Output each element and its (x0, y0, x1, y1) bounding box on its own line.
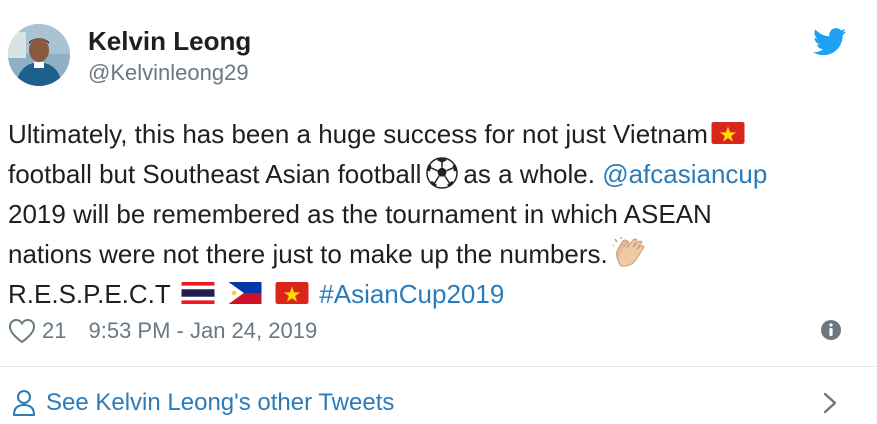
timestamp[interactable]: 9:53 PM - Jan 24, 2019 (88, 318, 317, 344)
tweet-line-1: Ultimately, this has been a huge success… (8, 114, 868, 154)
tweet-line-3: 2019 will be remembered as the tournamen… (8, 199, 712, 229)
thailand-flag-icon (181, 282, 215, 305)
hashtag-link[interactable]: #AsianCup2019 (319, 279, 504, 309)
tweet-line-2-text: football but Southeast Asian football (8, 159, 422, 189)
tweet-card: Kelvin Leong @Kelvinleong29 Ultimately, … (0, 0, 877, 424)
tweet-line-5: R.E.S.P.E.C.T #AsianCup2019 (8, 274, 868, 314)
see-more-footer[interactable]: See Kelvin Leong's other Tweets (0, 367, 877, 424)
tweet-line-2-text-b: as a whole. (463, 159, 595, 189)
like-count[interactable]: 21 (42, 318, 66, 344)
vietnam-flag-icon (711, 122, 745, 145)
clapping-hands-icon (612, 237, 645, 267)
heart-icon[interactable] (8, 318, 36, 344)
soccer-ball-icon (426, 157, 459, 189)
vietnam-flag-icon-2 (275, 282, 309, 305)
tweet-line-1-text: Ultimately, this has been a huge success… (8, 119, 708, 149)
see-other-tweets-link[interactable]: See Kelvin Leong's other Tweets (46, 389, 394, 417)
tweet-text: Ultimately, this has been a huge success… (8, 114, 868, 314)
philippines-flag-icon (228, 282, 262, 305)
mention-link[interactable]: @afcasiancup (602, 159, 767, 189)
tweet-line-5-text: R.E.S.P.E.C.T (8, 279, 171, 309)
twitter-bird-icon[interactable] (813, 28, 847, 56)
tweet-line-2: football but Southeast Asian football as … (8, 154, 868, 194)
tweet-meta: 21 9:53 PM - Jan 24, 2019 (8, 314, 317, 348)
tweet-line-4: nations were not there just to make up t… (8, 234, 868, 274)
avatar[interactable] (8, 24, 70, 86)
author-handle[interactable]: @Kelvinleong29 (88, 60, 249, 86)
info-icon[interactable] (820, 319, 842, 341)
author-name[interactable]: Kelvin Leong (88, 26, 251, 56)
person-icon (13, 390, 35, 416)
tweet-line-4-text: nations were not there just to make up t… (8, 239, 608, 269)
chevron-right-icon[interactable] (822, 391, 838, 415)
